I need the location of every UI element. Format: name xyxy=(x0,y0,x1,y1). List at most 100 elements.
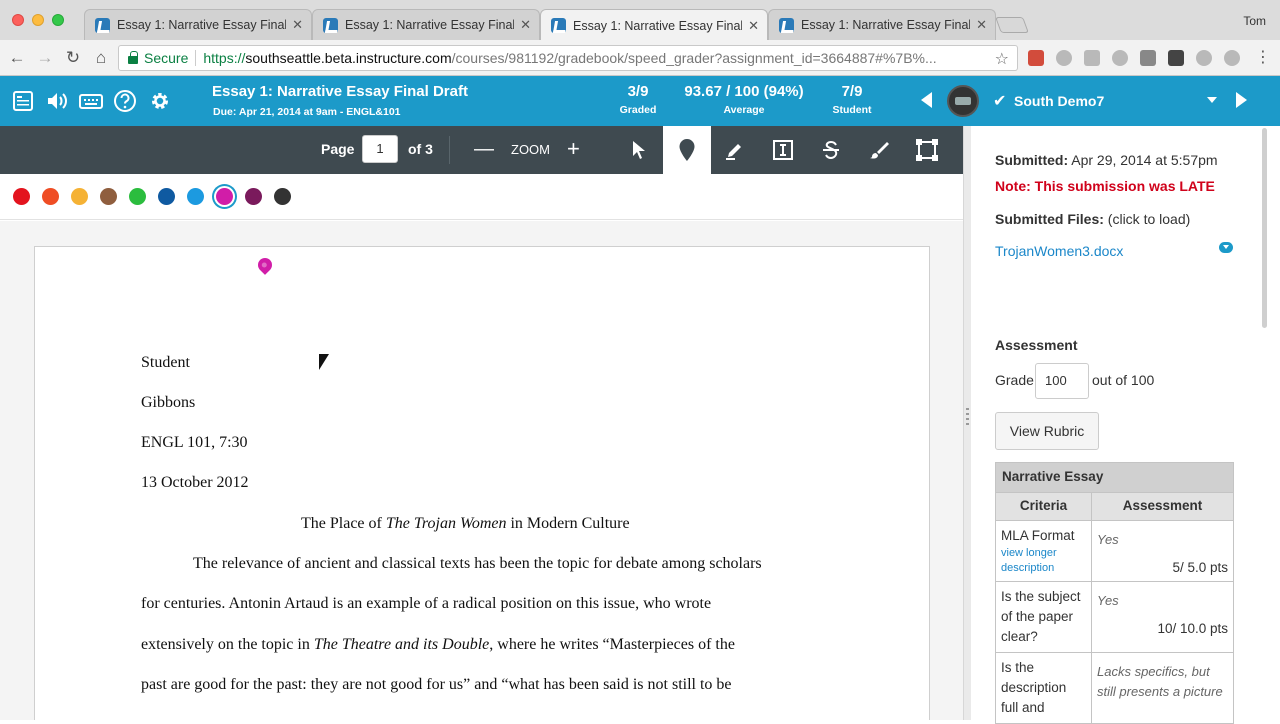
checkmark-icon: ✔ xyxy=(993,93,1007,110)
student-stat: 7/9 Student xyxy=(828,83,876,116)
free-draw-brush-icon[interactable] xyxy=(855,126,903,174)
speaker-icon[interactable] xyxy=(44,88,70,114)
extension-icon-4[interactable] xyxy=(1112,50,1128,66)
canvas-favicon-icon xyxy=(551,18,566,33)
annotation-color-bar xyxy=(0,174,963,220)
new-tab-button[interactable] xyxy=(995,17,1029,33)
toolbar-divider xyxy=(449,136,450,164)
browser-tab-1[interactable]: Essay 1: Narrative Essay Final Draft ✕ xyxy=(84,9,312,40)
browser-profile-name[interactable]: Tom xyxy=(1243,14,1266,28)
forward-icon[interactable]: → xyxy=(34,47,56,69)
home-icon[interactable]: ⌂ xyxy=(90,47,112,69)
zoom-in-icon[interactable]: + xyxy=(567,136,580,162)
student-index-value: 7/9 xyxy=(841,83,863,100)
page-count: of 3 xyxy=(408,141,433,157)
grading-panel: Submitted: Apr 29, 2014 at 5:57pm Note: … xyxy=(971,126,1280,724)
view-rubric-button[interactable]: View Rubric xyxy=(995,412,1099,450)
color-swatch-red[interactable] xyxy=(13,188,30,205)
browser-tab-strip: Essay 1: Narrative Essay Final Draft ✕ E… xyxy=(0,0,1280,41)
url-path: /courses/981192/gradebook/speed_grader?a… xyxy=(451,50,937,66)
cast-icon[interactable] xyxy=(1140,50,1156,66)
extension-icon-8[interactable] xyxy=(1224,50,1240,66)
keyboard-icon[interactable] xyxy=(78,88,104,114)
document-page[interactable]: Student Gibbons ENGL 101, 7:30 13 Octobe… xyxy=(34,246,930,720)
panel-scrollbar[interactable] xyxy=(1262,128,1267,328)
doc-paragraph-line: The relevance of ancient and classical t… xyxy=(193,555,762,572)
rubric-row: MLA Format view longer description Yes 5/ … xyxy=(995,520,1234,582)
extension-icon-1[interactable] xyxy=(1028,50,1044,66)
doc-course: ENGL 101, 7:30 xyxy=(141,434,248,451)
close-tab-icon[interactable]: ✕ xyxy=(748,18,759,34)
color-swatch-light-blue[interactable] xyxy=(187,188,204,205)
zoom-out-icon[interactable]: — xyxy=(474,138,494,161)
close-tab-icon[interactable]: ✕ xyxy=(976,17,987,33)
rubric-assessment[interactable]: Yes 10/ 10.0 pts xyxy=(1091,581,1234,653)
previous-student-icon[interactable] xyxy=(921,92,932,108)
minimize-window-button[interactable] xyxy=(32,14,44,26)
bookmark-star-icon[interactable]: ☆ xyxy=(995,49,1009,69)
close-tab-icon[interactable]: ✕ xyxy=(520,17,531,33)
download-cloud-icon[interactable] xyxy=(1219,242,1233,253)
browser-menu-icon[interactable]: ⋮ xyxy=(1252,47,1274,69)
rubric-title: Narrative Essay xyxy=(995,462,1234,493)
comment-pin-icon[interactable] xyxy=(255,255,275,275)
area-annotation-icon[interactable] xyxy=(903,126,951,174)
back-icon[interactable]: ← xyxy=(6,47,28,69)
submitted-files-label: Submitted Files: (click to load) xyxy=(995,211,1191,227)
text-box-icon[interactable] xyxy=(759,126,807,174)
rubric-assessment[interactable]: Lacks specifics, but still presents a pi… xyxy=(1091,652,1234,724)
color-swatch-yellow[interactable] xyxy=(71,188,88,205)
resize-grip-icon[interactable] xyxy=(966,408,969,428)
chevron-down-icon[interactable] xyxy=(1207,97,1217,103)
average-value: 93.67 / 100 (94%) xyxy=(684,83,804,100)
close-tab-icon[interactable]: ✕ xyxy=(292,17,303,33)
color-swatch-green[interactable] xyxy=(129,188,146,205)
browser-tab-3-active[interactable]: Essay 1: Narrative Essay Final Draft ✕ xyxy=(540,9,768,41)
submitted-file-link[interactable]: TrojanWomen3.docx xyxy=(995,243,1123,259)
color-swatch-orange[interactable] xyxy=(42,188,59,205)
select-tool-icon[interactable] xyxy=(614,126,662,174)
page-number-input[interactable]: 1 xyxy=(362,135,398,163)
extension-icon-3[interactable] xyxy=(1084,50,1100,66)
grade-out-of: out of 100 xyxy=(1092,372,1155,388)
canvas-favicon-icon xyxy=(95,17,110,33)
view-longer-description-link[interactable]: view longer description xyxy=(1001,546,1086,576)
browser-tab-4[interactable]: Essay 1: Narrative Essay Final Draft ✕ xyxy=(768,9,996,40)
color-swatch-magenta[interactable] xyxy=(216,188,233,205)
gradebook-icon[interactable] xyxy=(10,88,36,114)
student-avatar xyxy=(947,85,979,117)
next-student-icon[interactable] xyxy=(1236,92,1247,108)
extension-icon-2[interactable] xyxy=(1056,50,1072,66)
extension-icon-6[interactable] xyxy=(1168,50,1184,66)
graded-stat: 3/9 Graded xyxy=(614,83,662,116)
color-swatch-dark-blue[interactable] xyxy=(158,188,175,205)
color-swatch-brown[interactable] xyxy=(100,188,117,205)
reload-icon[interactable]: ↻ xyxy=(62,47,84,69)
student-selector[interactable]: South Demo7 xyxy=(1014,93,1104,109)
color-swatch-black[interactable] xyxy=(274,188,291,205)
grade-input[interactable]: 100 xyxy=(1035,363,1089,399)
panel-resize-divider[interactable] xyxy=(963,126,971,720)
color-swatch-purple[interactable] xyxy=(245,188,262,205)
settings-gear-icon[interactable] xyxy=(147,88,173,114)
close-window-button[interactable] xyxy=(12,14,24,26)
browser-tab-2[interactable]: Essay 1: Narrative Essay Final Draft ✕ xyxy=(312,9,540,40)
mouse-cursor-icon xyxy=(319,354,329,370)
canvas-favicon-icon xyxy=(779,17,794,33)
average-label: Average xyxy=(723,104,765,116)
document-viewer[interactable]: Student Gibbons ENGL 101, 7:30 13 Octobe… xyxy=(0,221,963,720)
doc-date: 13 October 2012 xyxy=(141,474,249,491)
rubric-assessment[interactable]: Yes 5/ 5.0 pts xyxy=(1091,520,1234,582)
address-bar[interactable]: Secure https:// southseattle.beta.instru… xyxy=(118,45,1018,71)
doc-paragraph-line: extensively on the topic in The Theatre … xyxy=(141,636,735,653)
extension-icon-7[interactable] xyxy=(1196,50,1212,66)
zoom-label: ZOOM xyxy=(511,142,550,157)
zoom-window-button[interactable] xyxy=(52,14,64,26)
highlight-pencil-icon[interactable] xyxy=(711,126,759,174)
strikeout-icon[interactable] xyxy=(807,126,855,174)
doc-student-name: Student xyxy=(141,354,190,371)
help-icon[interactable] xyxy=(112,88,138,114)
point-annotation-pin-icon[interactable] xyxy=(663,126,711,174)
secure-label: Secure xyxy=(144,50,189,66)
assignment-title[interactable]: Essay 1: Narrative Essay Final Draft xyxy=(212,83,468,100)
